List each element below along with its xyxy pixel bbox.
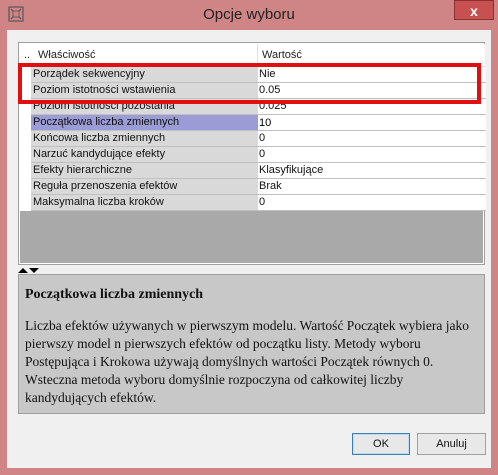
highlight-annotation-box: [18, 63, 481, 104]
grid-row-selected[interactable]: Początkowa liczba zmiennych: [20, 115, 486, 131]
row-property-value[interactable]: Klasyfikujące: [258, 163, 486, 179]
row-gutter: [20, 131, 31, 147]
grid-header-gutter: ..: [24, 49, 31, 61]
row-property-value-editor[interactable]: [258, 115, 486, 131]
splitter-up-arrow-icon[interactable]: [18, 268, 28, 273]
dialog-window: Opcje wyboru x .. Właściwość Wartość Por…: [0, 0, 498, 475]
row-gutter: [20, 147, 31, 163]
help-description: Liczba efektów używanych w pierwszym mod…: [25, 318, 470, 405]
window-title: Opcje wyboru: [203, 6, 295, 23]
row-property-name[interactable]: Efekty hierarchiczne: [31, 163, 260, 179]
row-property-value[interactable]: 0: [258, 195, 486, 211]
row-property-name[interactable]: Początkowa liczba zmiennych: [31, 115, 260, 131]
grid-header-value[interactable]: Wartość: [262, 49, 302, 61]
title-bar[interactable]: Opcje wyboru x: [0, 0, 498, 30]
row-property-value[interactable]: 0: [258, 131, 486, 147]
grid-row[interactable]: Końcowa liczba zmiennych 0: [20, 131, 486, 147]
row-gutter: [20, 195, 31, 211]
help-title: Początkowa liczba zmiennych: [25, 287, 204, 302]
splitter-down-arrow-icon[interactable]: [29, 268, 39, 273]
row-gutter: [20, 163, 31, 179]
grid-row[interactable]: Efekty hierarchiczne Klasyfikujące: [20, 163, 486, 179]
row-property-name[interactable]: Narzuć kandydujące efekty: [31, 147, 260, 163]
help-panel: Początkowa liczba zmiennych Liczba efekt…: [18, 274, 485, 414]
row-property-value[interactable]: Brak: [258, 179, 486, 195]
row-gutter: [20, 115, 31, 131]
row-property-name[interactable]: Końcowa liczba zmiennych: [31, 131, 260, 147]
row-property-name[interactable]: Maksymalna liczba kroków: [31, 195, 260, 211]
ok-button[interactable]: OK: [352, 433, 410, 455]
cancel-button[interactable]: Anuluj: [417, 433, 486, 455]
row-property-value[interactable]: 0: [258, 147, 486, 163]
grid-row[interactable]: Narzuć kandydujące efekty 0: [20, 147, 486, 163]
close-button[interactable]: x: [454, 0, 494, 20]
grid-row[interactable]: Maksymalna liczba kroków 0: [20, 195, 486, 211]
grid-row[interactable]: Reguła przenoszenia efektów Brak: [20, 179, 486, 195]
initial-variables-input[interactable]: [258, 115, 486, 130]
row-gutter: [20, 179, 31, 195]
grid-header-property[interactable]: Właściwość: [38, 49, 95, 61]
row-property-name[interactable]: Reguła przenoszenia efektów: [31, 179, 260, 195]
